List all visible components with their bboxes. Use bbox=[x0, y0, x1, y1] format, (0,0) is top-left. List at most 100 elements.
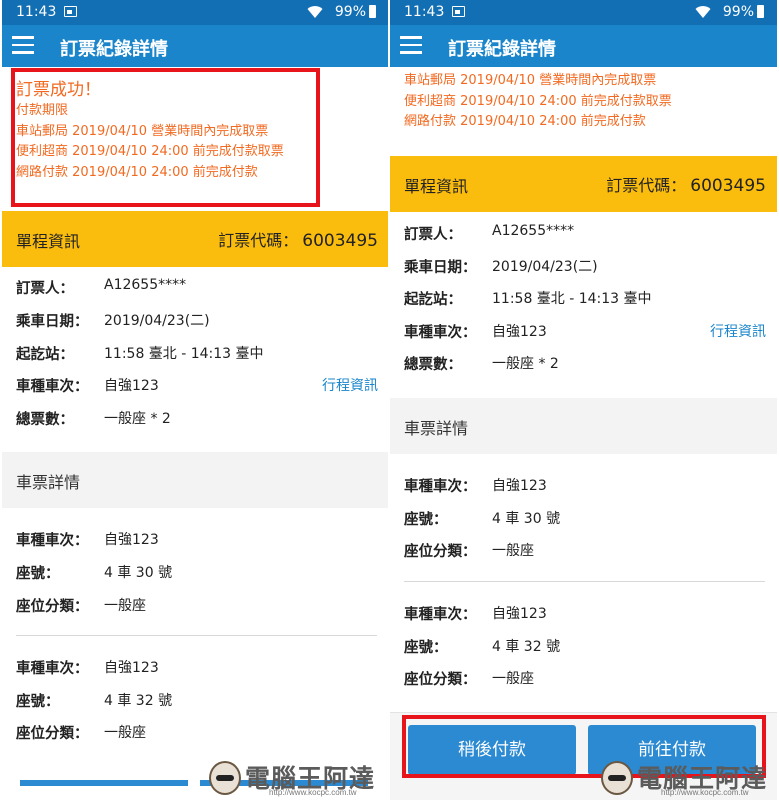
booking-code: 訂票代碼： 6003495 bbox=[218, 227, 378, 251]
row-value: 一般座 bbox=[492, 671, 534, 687]
page-title: 訂票紀錄詳情 bbox=[448, 39, 556, 60]
row-key: 乘車日期： bbox=[16, 314, 89, 330]
row-key: 座位分類： bbox=[404, 672, 477, 688]
booking-code-label: 訂票代碼： bbox=[606, 176, 687, 195]
menu-icon[interactable] bbox=[12, 36, 34, 54]
row-value: 自強123 bbox=[104, 532, 159, 548]
row-value: 2019/04/23(二) bbox=[492, 259, 598, 275]
trip-row-train: 車種車次： 自強123 行程資訊 bbox=[390, 321, 777, 341]
row-key: 車種車次： bbox=[404, 607, 477, 623]
ticket-section-label: 車票詳情 bbox=[404, 419, 469, 438]
booking-code-label: 訂票代碼： bbox=[218, 231, 299, 250]
trip-row-booker: 訂票人： A12655**** bbox=[390, 223, 777, 243]
screenshot-composite: { "status_bar": { "time": "11:43", "batt… bbox=[0, 0, 779, 800]
image-notification-icon bbox=[64, 6, 77, 17]
row-key: 車種車次： bbox=[404, 479, 477, 495]
trip-row-date: 乘車日期： 2019/04/23(二) bbox=[2, 310, 389, 330]
watermark-logo-icon bbox=[601, 761, 633, 795]
booking-code: 訂票代碼： 6003495 bbox=[606, 172, 766, 196]
battery-percent: 99% bbox=[722, 4, 754, 20]
row-value: 自強123 bbox=[104, 660, 159, 676]
row-key: 乘車日期： bbox=[404, 260, 477, 276]
row-value: 一般座 * 2 bbox=[492, 356, 559, 372]
ticket-row-train: 車種車次： 自強123 bbox=[2, 657, 389, 677]
notice-line: 網路付款 2019/04/10 24:00 前完成付款 bbox=[404, 114, 646, 129]
row-key: 起訖站： bbox=[404, 292, 462, 308]
row-value: 自強123 bbox=[492, 606, 547, 622]
row-value: 一般座 bbox=[492, 543, 534, 559]
watermark-url: http://www.kocpc.com.tw bbox=[269, 788, 357, 797]
ticket-row-seat: 座號： 4 車 30 號 bbox=[2, 562, 389, 582]
highlight-box-notice bbox=[11, 68, 320, 207]
itinerary-link[interactable]: 行程資訊 bbox=[322, 375, 378, 395]
ticket-row-class: 座位分類： 一般座 bbox=[2, 722, 389, 742]
ticket-row-class: 座位分類： 一般座 bbox=[390, 540, 777, 560]
row-key: 座號： bbox=[16, 694, 60, 710]
trip-row-count: 總票數： 一般座 * 2 bbox=[2, 408, 389, 428]
watermark-url: http://www.kocpc.com.tw bbox=[661, 788, 749, 797]
right-screen: 11:43 99% 訂票紀錄詳情 車站郵局 2019/04/10 營業時間內完成… bbox=[390, 0, 777, 800]
row-key: 座號： bbox=[16, 566, 60, 582]
watermark: 電腦王阿達 http://www.kocpc.com.tw bbox=[209, 761, 381, 797]
row-key: 座位分類： bbox=[404, 544, 477, 560]
trip-section-label: 單程資訊 bbox=[404, 177, 469, 196]
ticket-row-seat: 座號： 4 車 30 號 bbox=[390, 508, 777, 528]
row-value: 4 車 30 號 bbox=[492, 511, 561, 527]
ticket-details-header: 車票詳情 bbox=[390, 398, 777, 454]
row-key: 座號： bbox=[404, 640, 448, 656]
row-value: 4 車 32 號 bbox=[492, 639, 561, 655]
app-bar: 訂票紀錄詳情 bbox=[2, 25, 389, 67]
ticket-row-seat: 座號： 4 車 32 號 bbox=[2, 690, 389, 710]
watermark: 電腦王阿達 http://www.kocpc.com.tw bbox=[601, 761, 773, 797]
row-key: 車種車次： bbox=[16, 661, 89, 677]
notice-line: 車站郵局 2019/04/10 營業時間內完成取票 bbox=[404, 73, 657, 88]
row-key: 訂票人： bbox=[16, 281, 74, 297]
ticket-row-train: 車種車次： 自強123 bbox=[390, 475, 777, 495]
trip-row-train: 車種車次： 自強123 行程資訊 bbox=[2, 375, 389, 395]
menu-icon[interactable] bbox=[400, 36, 422, 54]
battery-percent: 99% bbox=[334, 4, 366, 20]
itinerary-link[interactable]: 行程資訊 bbox=[710, 321, 766, 341]
row-key: 座位分類： bbox=[16, 599, 89, 615]
trip-row-stations: 起訖站： 11:58 臺北 - 14:13 臺中 bbox=[2, 343, 389, 363]
battery-icon bbox=[369, 5, 376, 18]
trip-row-count: 總票數： 一般座 * 2 bbox=[390, 353, 777, 373]
divider bbox=[404, 581, 765, 582]
row-value: 一般座 bbox=[104, 598, 146, 614]
wifi-icon bbox=[307, 6, 323, 19]
row-key: 起訖站： bbox=[16, 347, 74, 363]
row-key: 車種車次： bbox=[16, 379, 89, 395]
row-value: 11:58 臺北 - 14:13 臺中 bbox=[492, 291, 652, 307]
trip-info-header: 單程資訊 訂票代碼： 6003495 bbox=[390, 156, 777, 212]
status-time: 11:43 bbox=[16, 4, 57, 20]
row-value: 4 車 30 號 bbox=[104, 565, 173, 581]
row-value: A12655**** bbox=[492, 223, 575, 239]
status-time: 11:43 bbox=[404, 4, 445, 20]
row-key: 座號： bbox=[404, 512, 448, 528]
row-key: 訂票人： bbox=[404, 227, 462, 243]
row-value: 2019/04/23(二) bbox=[104, 313, 210, 329]
ticket-row-class: 座位分類： 一般座 bbox=[390, 668, 777, 688]
row-value: 自強123 bbox=[492, 324, 547, 340]
booking-notice-scrolled: 車站郵局 2019/04/10 營業時間內完成取票 便利超商 2019/04/1… bbox=[390, 71, 777, 133]
page-title: 訂票紀錄詳情 bbox=[60, 39, 168, 60]
ticket-row-seat: 座號： 4 車 32 號 bbox=[390, 636, 777, 656]
status-bar: 11:43 99% bbox=[390, 0, 777, 25]
row-value: 一般座 bbox=[104, 725, 146, 741]
ticket-row-train: 車種車次： 自強123 bbox=[2, 529, 389, 549]
trip-row-date: 乘車日期： 2019/04/23(二) bbox=[390, 256, 777, 276]
divider bbox=[16, 635, 377, 636]
booking-code-value: 6003495 bbox=[302, 231, 378, 251]
row-value: 一般座 * 2 bbox=[104, 411, 171, 427]
row-key: 總票數： bbox=[16, 412, 74, 428]
trip-info-header: 單程資訊 訂票代碼： 6003495 bbox=[2, 211, 389, 267]
battery-icon bbox=[757, 5, 764, 18]
ticket-row-class: 座位分類： 一般座 bbox=[2, 595, 389, 615]
row-key: 車種車次： bbox=[404, 325, 477, 341]
pay-later-button-edge[interactable] bbox=[20, 780, 188, 786]
trip-row-booker: 訂票人： A12655**** bbox=[2, 277, 389, 297]
booking-code-value: 6003495 bbox=[690, 176, 766, 196]
app-bar: 訂票紀錄詳情 bbox=[390, 25, 777, 67]
row-value: 自強123 bbox=[104, 378, 159, 394]
ticket-row-train: 車種車次： 自強123 bbox=[390, 603, 777, 623]
